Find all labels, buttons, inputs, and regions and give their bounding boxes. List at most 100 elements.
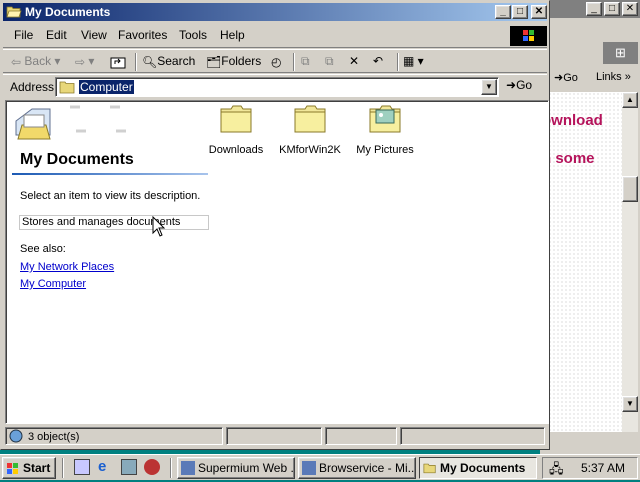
panel-description: Select an item to view its description. [20,190,201,202]
forward-arrow-icon: ⇨ [75,54,86,69]
window-titlebar[interactable]: My Documents _ □ ✕ [3,3,547,21]
up-folder-icon [110,57,126,69]
menu-file[interactable]: File [14,28,33,42]
file-item-downloads[interactable]: Downloads [198,101,274,156]
up-folder-button[interactable] [110,53,126,71]
taskbar: Start e Supermium Web ... Browservice - … [0,454,640,480]
menu-help[interactable]: Help [220,28,245,42]
page-title: My Documents [20,151,134,168]
go-arrow-icon: ➜ [554,72,564,84]
scroll-down-icon[interactable]: ▼ [622,396,638,412]
maximize-button[interactable]: □ [512,5,528,19]
start-button[interactable]: Start [2,457,56,479]
my-network-places-link[interactable]: My Network Places [20,261,114,273]
standard-toolbar: ⇦ Back ▾ ⇨ ▾ 🔍︎Search 🗂︎Folders ◴ ⧉ ⧉ ✕ … [3,49,547,73]
title-divider [12,173,208,175]
item-description-box: Stores and manages documents [19,215,209,230]
go-button[interactable]: ➜Go [506,78,532,92]
open-folder-icon [423,463,436,474]
delete-button[interactable]: ✕ [349,53,359,71]
task-button-my-documents[interactable]: My Documents [419,457,537,479]
bg-maximize-button[interactable]: □ [604,2,620,16]
menu-tools[interactable]: Tools [179,28,207,42]
scroll-up-icon[interactable]: ▲ [622,92,638,108]
file-item-label: KMforWin2K [279,144,341,156]
status-cell-size [325,427,397,445]
background-window-titlebar[interactable]: _ □ ✕ [540,0,640,18]
background-page-content: ownload n some [540,92,624,432]
clock[interactable]: 5:37 AM [581,461,625,475]
folders-button[interactable]: 🗂︎Folders [206,53,261,71]
go-arrow-icon: ➜ [506,78,517,92]
undo-button[interactable]: ↶ [373,53,383,71]
pictures-folder-icon [369,105,401,133]
address-dropdown-button[interactable]: ▼ [481,79,497,95]
back-arrow-icon: ⇦ [11,54,22,69]
minimize-button[interactable]: _ [495,5,511,19]
search-button[interactable]: 🔍︎Search [142,53,195,71]
status-text: 3 object(s) [28,431,80,443]
file-item-kmforwin2k[interactable]: KMforWin2K [272,101,348,156]
file-item-my-pictures[interactable]: My Pictures [347,101,423,156]
folder-icon [59,81,75,94]
menu-favorites[interactable]: Favorites [118,28,167,42]
address-bar: Address Computer ▼ ➜Go [3,74,547,98]
back-button[interactable]: ⇦ Back ▾ [11,53,60,71]
explorer-window: My Documents _ □ ✕ File Edit View Favori… [0,0,550,450]
bg-links-button[interactable]: Links » [596,71,631,83]
open-folder-icon [6,6,22,18]
bg-go-button[interactable]: ➜Go [554,71,578,84]
system-tray: 🖧 5:37 AM [542,457,638,479]
see-also-label: See also: [20,243,66,255]
undo-icon: ↶ [373,54,384,68]
close-button[interactable]: ✕ [531,5,547,19]
network-tray-icon[interactable]: 🖧 [549,460,564,482]
copy-to-icon: ⧉ [325,54,334,68]
task-button-supermium[interactable]: Supermium Web ... [177,457,295,479]
delete-icon: ✕ [349,54,360,68]
address-label: Address [10,80,55,94]
quicklaunch-ie-icon[interactable]: e [98,459,114,475]
windows-logo-icon: ⊞ [603,42,638,64]
address-value[interactable]: Computer [79,80,134,94]
views-button[interactable]: ▦ ▾ [403,53,424,71]
file-item-label: My Pictures [356,144,414,156]
file-item-label: Downloads [208,144,264,156]
address-input[interactable]: Computer ▼ [55,77,499,97]
quicklaunch-desktop-icon[interactable] [74,459,90,475]
folder-view[interactable]: My Documents Select an item to view its … [5,100,549,424]
move-to-button[interactable]: ⧉ [301,53,310,71]
search-icon: 🔍︎ [142,54,158,69]
window-title: My Documents [25,5,111,19]
move-to-icon: ⧉ [301,54,310,68]
bg-page-text: ownload [542,112,603,129]
bg-minimize-button[interactable]: _ [586,2,602,16]
status-cell-progress [226,427,322,445]
windows-logo-icon [7,463,18,474]
forward-button[interactable]: ⇨ ▾ [75,53,94,71]
background-menubar: ⊞ [540,20,640,64]
menu-view[interactable]: View [81,28,107,42]
status-cell-main: 3 object(s) [5,427,223,445]
background-vertical-scrollbar[interactable]: ▲ ▼ [622,92,638,432]
history-icon: ◴ [271,54,282,69]
menu-edit[interactable]: Edit [46,28,67,42]
bg-close-button[interactable]: ✕ [622,2,638,16]
computer-icon [9,429,23,443]
task-button-browservice[interactable]: Browservice - Mi... [298,457,416,479]
my-computer-link[interactable]: My Computer [20,278,86,290]
folder-icon [294,105,326,133]
windows-logo-icon [510,26,547,46]
history-button[interactable]: ◴ [271,53,281,71]
folders-icon: 🗂︎ [206,54,222,69]
scrollbar-thumb[interactable] [622,176,638,202]
quicklaunch-explorer-icon[interactable] [121,459,137,475]
vertical-scrollbar-track[interactable] [538,101,548,423]
mouse-cursor-icon [152,216,166,237]
copy-to-button[interactable]: ⧉ [325,53,334,71]
my-documents-folder-icon [15,105,128,140]
background-links-toolbar: ➜Go Links » [540,68,640,90]
browser-app-icon [302,461,316,475]
quicklaunch-media-icon[interactable] [144,459,160,475]
browser-app-icon [181,461,195,475]
